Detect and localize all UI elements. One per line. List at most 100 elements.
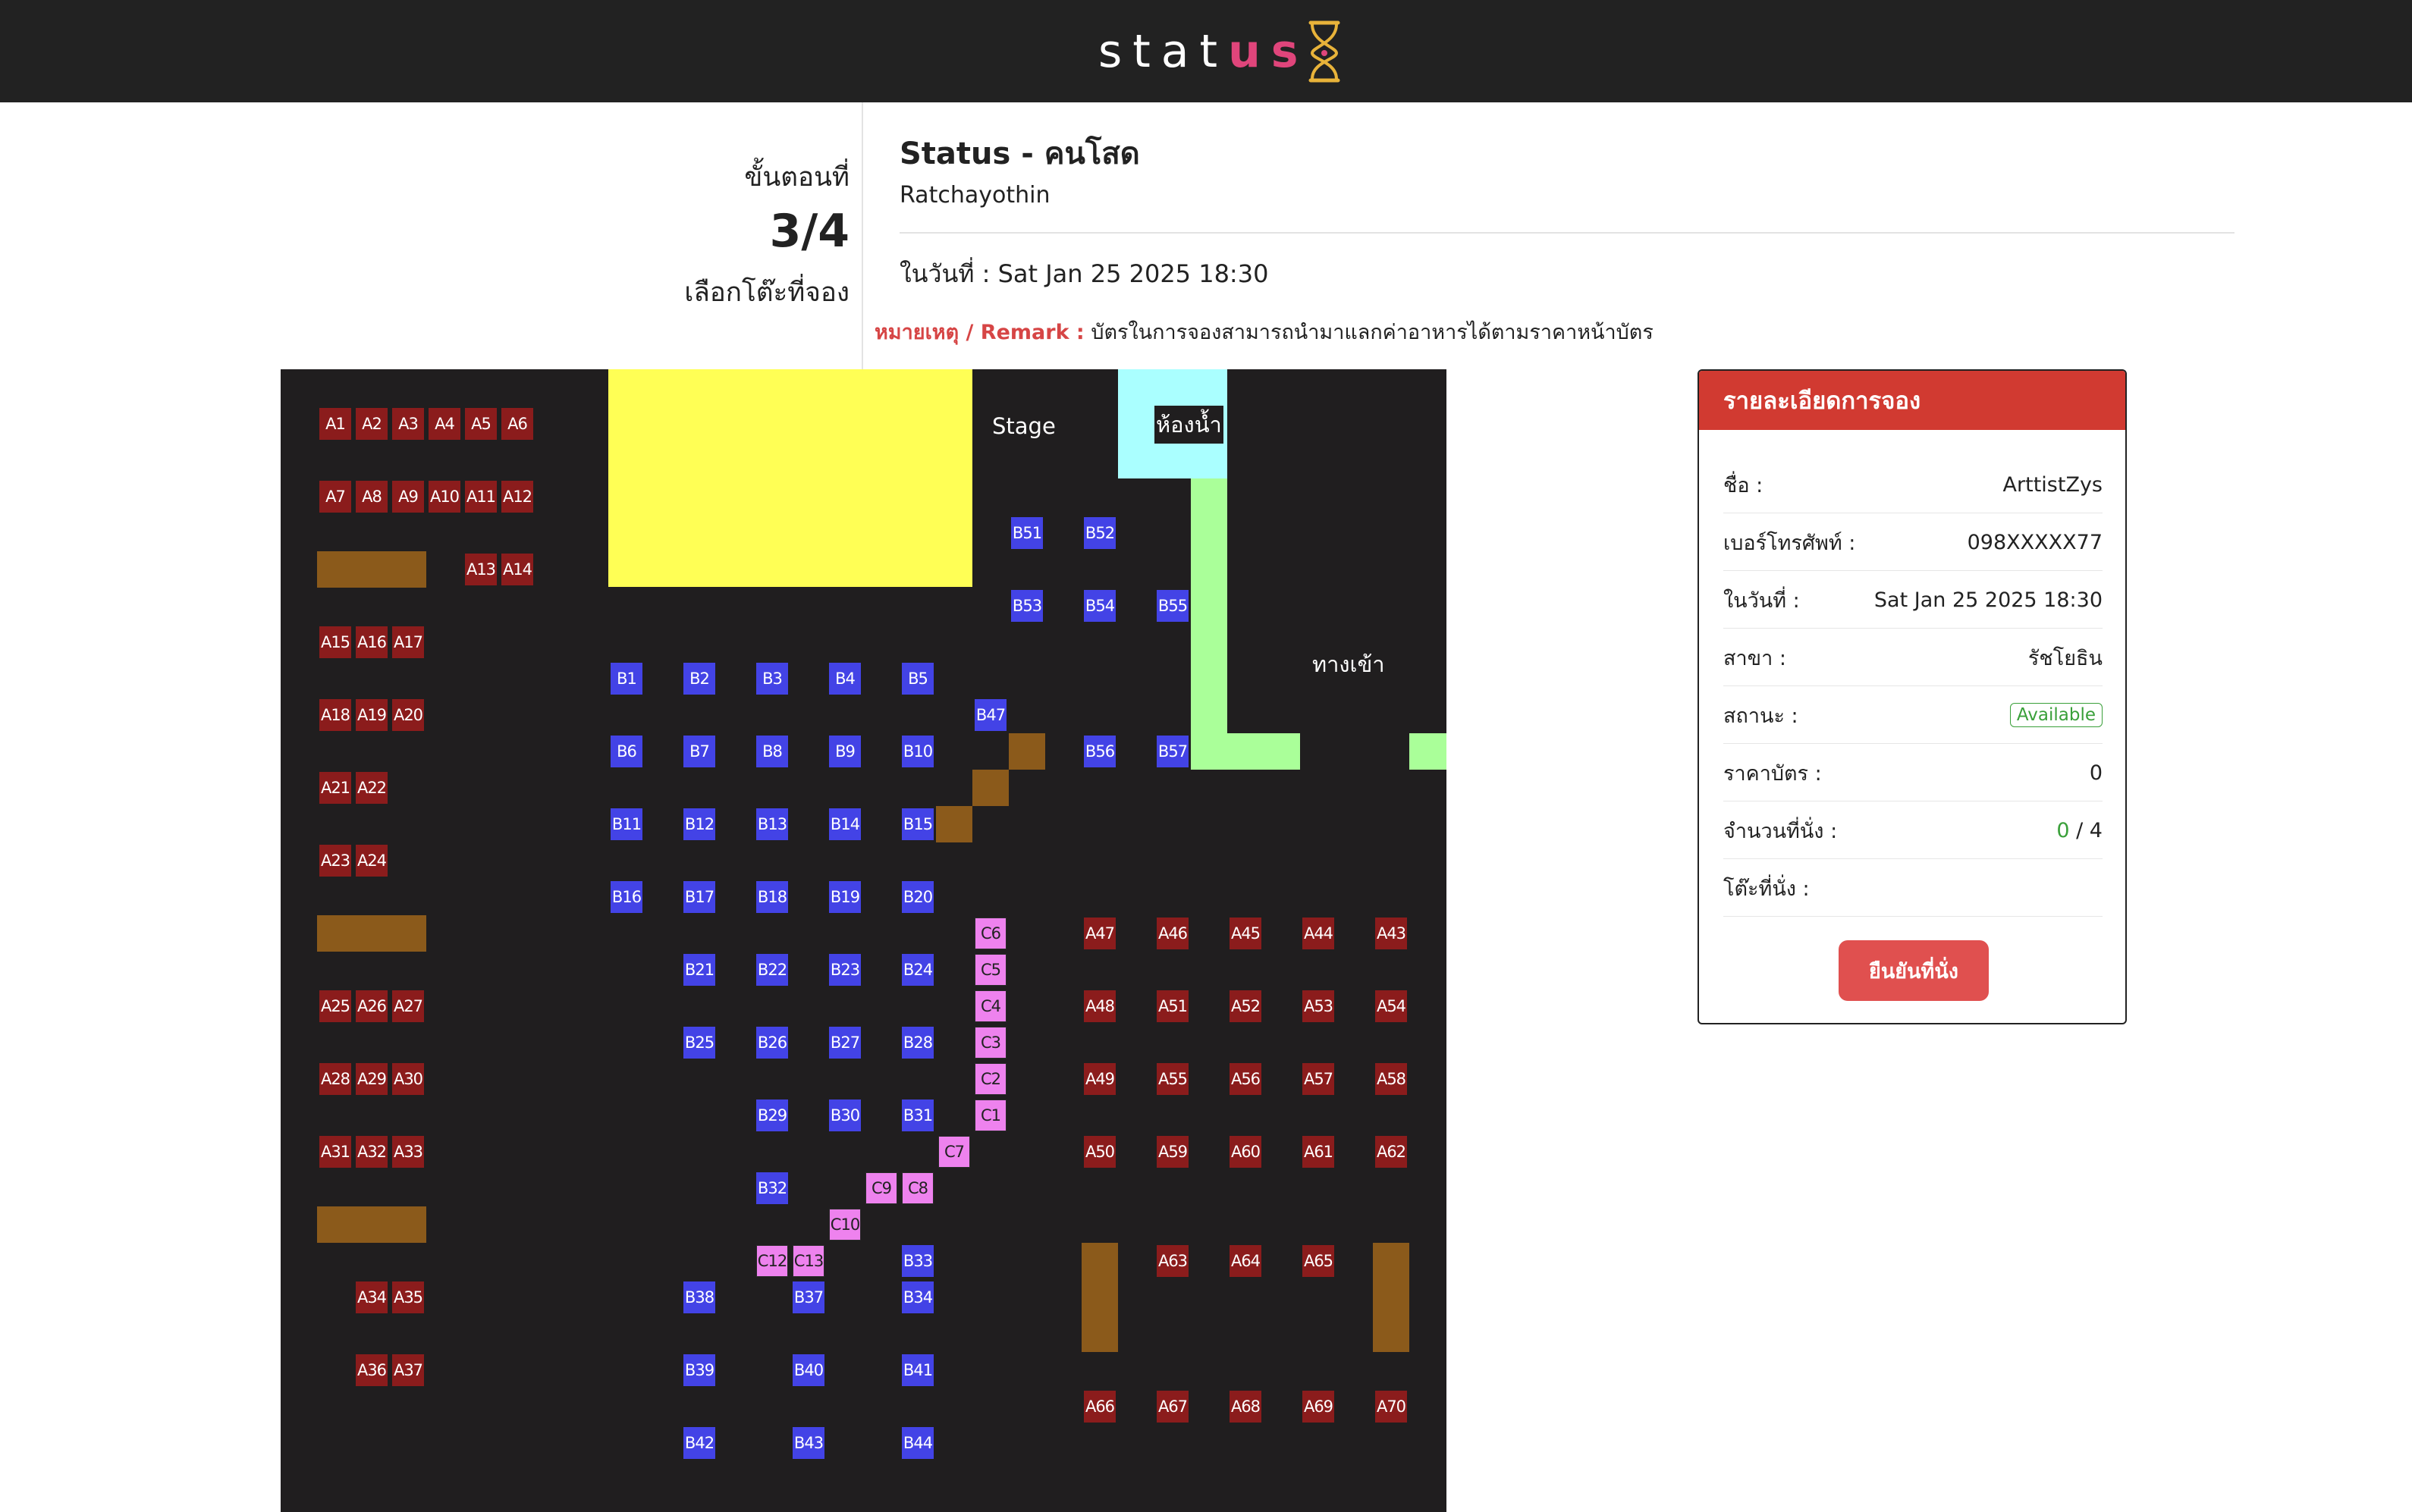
seat-a32[interactable]: A32 — [356, 1136, 388, 1168]
seat-b31[interactable]: B31 — [902, 1099, 934, 1131]
seat-a18[interactable]: A18 — [319, 699, 351, 731]
seat-a50[interactable]: A50 — [1084, 1136, 1116, 1168]
seat-c1[interactable]: C1 — [975, 1099, 1007, 1131]
seat-b41[interactable]: B41 — [902, 1354, 934, 1386]
seat-b19[interactable]: B19 — [829, 881, 861, 913]
seat-a64[interactable]: A64 — [1230, 1245, 1261, 1277]
status-logo[interactable]: status — [1098, 17, 1343, 86]
seat-a54[interactable]: A54 — [1375, 990, 1407, 1022]
seat-b52[interactable]: B52 — [1084, 517, 1116, 549]
seat-b22[interactable]: B22 — [756, 954, 788, 986]
seat-a12[interactable]: A12 — [501, 481, 533, 513]
seat-b26[interactable]: B26 — [756, 1027, 788, 1059]
seat-a27[interactable]: A27 — [392, 990, 424, 1022]
seat-b44[interactable]: B44 — [902, 1427, 934, 1459]
seat-c8[interactable]: C8 — [902, 1172, 934, 1204]
seat-b2[interactable]: B2 — [683, 663, 715, 695]
seat-a53[interactable]: A53 — [1302, 990, 1334, 1022]
seat-a34[interactable]: A34 — [356, 1281, 388, 1313]
seat-b27[interactable]: B27 — [829, 1027, 861, 1059]
seat-a8[interactable]: A8 — [356, 481, 388, 513]
seat-a35[interactable]: A35 — [392, 1281, 424, 1313]
seat-a20[interactable]: A20 — [392, 699, 424, 731]
seat-a7[interactable]: A7 — [319, 481, 351, 513]
seat-a4[interactable]: A4 — [429, 408, 460, 440]
seat-a46[interactable]: A46 — [1157, 918, 1189, 949]
seat-a57[interactable]: A57 — [1302, 1063, 1334, 1095]
seat-c7[interactable]: C7 — [938, 1136, 970, 1168]
seat-a56[interactable]: A56 — [1230, 1063, 1261, 1095]
seat-b55[interactable]: B55 — [1157, 590, 1189, 622]
seat-b51[interactable]: B51 — [1011, 517, 1043, 549]
seat-a70[interactable]: A70 — [1375, 1391, 1407, 1423]
seat-a30[interactable]: A30 — [392, 1063, 424, 1095]
seat-b6[interactable]: B6 — [611, 736, 642, 767]
seat-a63[interactable]: A63 — [1157, 1245, 1189, 1277]
seat-c9[interactable]: C9 — [865, 1172, 897, 1204]
seat-a66[interactable]: A66 — [1084, 1391, 1116, 1423]
seat-b53[interactable]: B53 — [1011, 590, 1043, 622]
seat-b16[interactable]: B16 — [611, 881, 642, 913]
seat-b14[interactable]: B14 — [829, 808, 861, 840]
seat-b13[interactable]: B13 — [756, 808, 788, 840]
seat-a2[interactable]: A2 — [356, 408, 388, 440]
seat-b23[interactable]: B23 — [829, 954, 861, 986]
seat-a19[interactable]: A19 — [356, 699, 388, 731]
seat-b39[interactable]: B39 — [683, 1354, 715, 1386]
seat-a13[interactable]: A13 — [465, 554, 497, 585]
seat-a36[interactable]: A36 — [356, 1354, 388, 1386]
seat-a3[interactable]: A3 — [392, 408, 424, 440]
seat-b40[interactable]: B40 — [793, 1354, 824, 1386]
seat-b33[interactable]: B33 — [902, 1245, 934, 1277]
seat-a45[interactable]: A45 — [1230, 918, 1261, 949]
seat-b25[interactable]: B25 — [683, 1027, 715, 1059]
seat-c2[interactable]: C2 — [975, 1063, 1007, 1095]
seat-a60[interactable]: A60 — [1230, 1136, 1261, 1168]
seat-c10[interactable]: C10 — [829, 1209, 861, 1241]
seat-a29[interactable]: A29 — [356, 1063, 388, 1095]
seat-b43[interactable]: B43 — [793, 1427, 824, 1459]
seat-b34[interactable]: B34 — [902, 1281, 934, 1313]
seat-a1[interactable]: A1 — [319, 408, 351, 440]
seat-b4[interactable]: B4 — [829, 663, 861, 695]
seat-b29[interactable]: B29 — [756, 1099, 788, 1131]
seat-a58[interactable]: A58 — [1375, 1063, 1407, 1095]
seat-a51[interactable]: A51 — [1157, 990, 1189, 1022]
seat-b20[interactable]: B20 — [902, 881, 934, 913]
seat-b10[interactable]: B10 — [902, 736, 934, 767]
seat-c13[interactable]: C13 — [793, 1245, 824, 1277]
seat-c3[interactable]: C3 — [975, 1027, 1007, 1059]
seat-a28[interactable]: A28 — [319, 1063, 351, 1095]
seat-b17[interactable]: B17 — [683, 881, 715, 913]
seat-a43[interactable]: A43 — [1375, 918, 1407, 949]
seat-b18[interactable]: B18 — [756, 881, 788, 913]
seat-b42[interactable]: B42 — [683, 1427, 715, 1459]
seat-b8[interactable]: B8 — [756, 736, 788, 767]
seat-a10[interactable]: A10 — [429, 481, 460, 513]
seat-a65[interactable]: A65 — [1302, 1245, 1334, 1277]
seat-a67[interactable]: A67 — [1157, 1391, 1189, 1423]
seat-c6[interactable]: C6 — [975, 918, 1007, 949]
seat-a9[interactable]: A9 — [392, 481, 424, 513]
seat-c12[interactable]: C12 — [756, 1245, 788, 1277]
seat-a37[interactable]: A37 — [392, 1354, 424, 1386]
seat-a68[interactable]: A68 — [1230, 1391, 1261, 1423]
seat-b38[interactable]: B38 — [683, 1281, 715, 1313]
seat-c5[interactable]: C5 — [975, 954, 1007, 986]
seat-b9[interactable]: B9 — [829, 736, 861, 767]
seat-a59[interactable]: A59 — [1157, 1136, 1189, 1168]
seat-a48[interactable]: A48 — [1084, 990, 1116, 1022]
seat-a16[interactable]: A16 — [356, 626, 388, 658]
seat-a44[interactable]: A44 — [1302, 918, 1334, 949]
seat-a24[interactable]: A24 — [356, 845, 388, 877]
seat-b28[interactable]: B28 — [902, 1027, 934, 1059]
seat-b1[interactable]: B1 — [611, 663, 642, 695]
seat-a47[interactable]: A47 — [1084, 918, 1116, 949]
seat-b37[interactable]: B37 — [793, 1281, 824, 1313]
seat-c4[interactable]: C4 — [975, 990, 1007, 1022]
seat-b21[interactable]: B21 — [683, 954, 715, 986]
seat-a31[interactable]: A31 — [319, 1136, 351, 1168]
seat-b5[interactable]: B5 — [902, 663, 934, 695]
seat-a25[interactable]: A25 — [319, 990, 351, 1022]
seat-b24[interactable]: B24 — [902, 954, 934, 986]
